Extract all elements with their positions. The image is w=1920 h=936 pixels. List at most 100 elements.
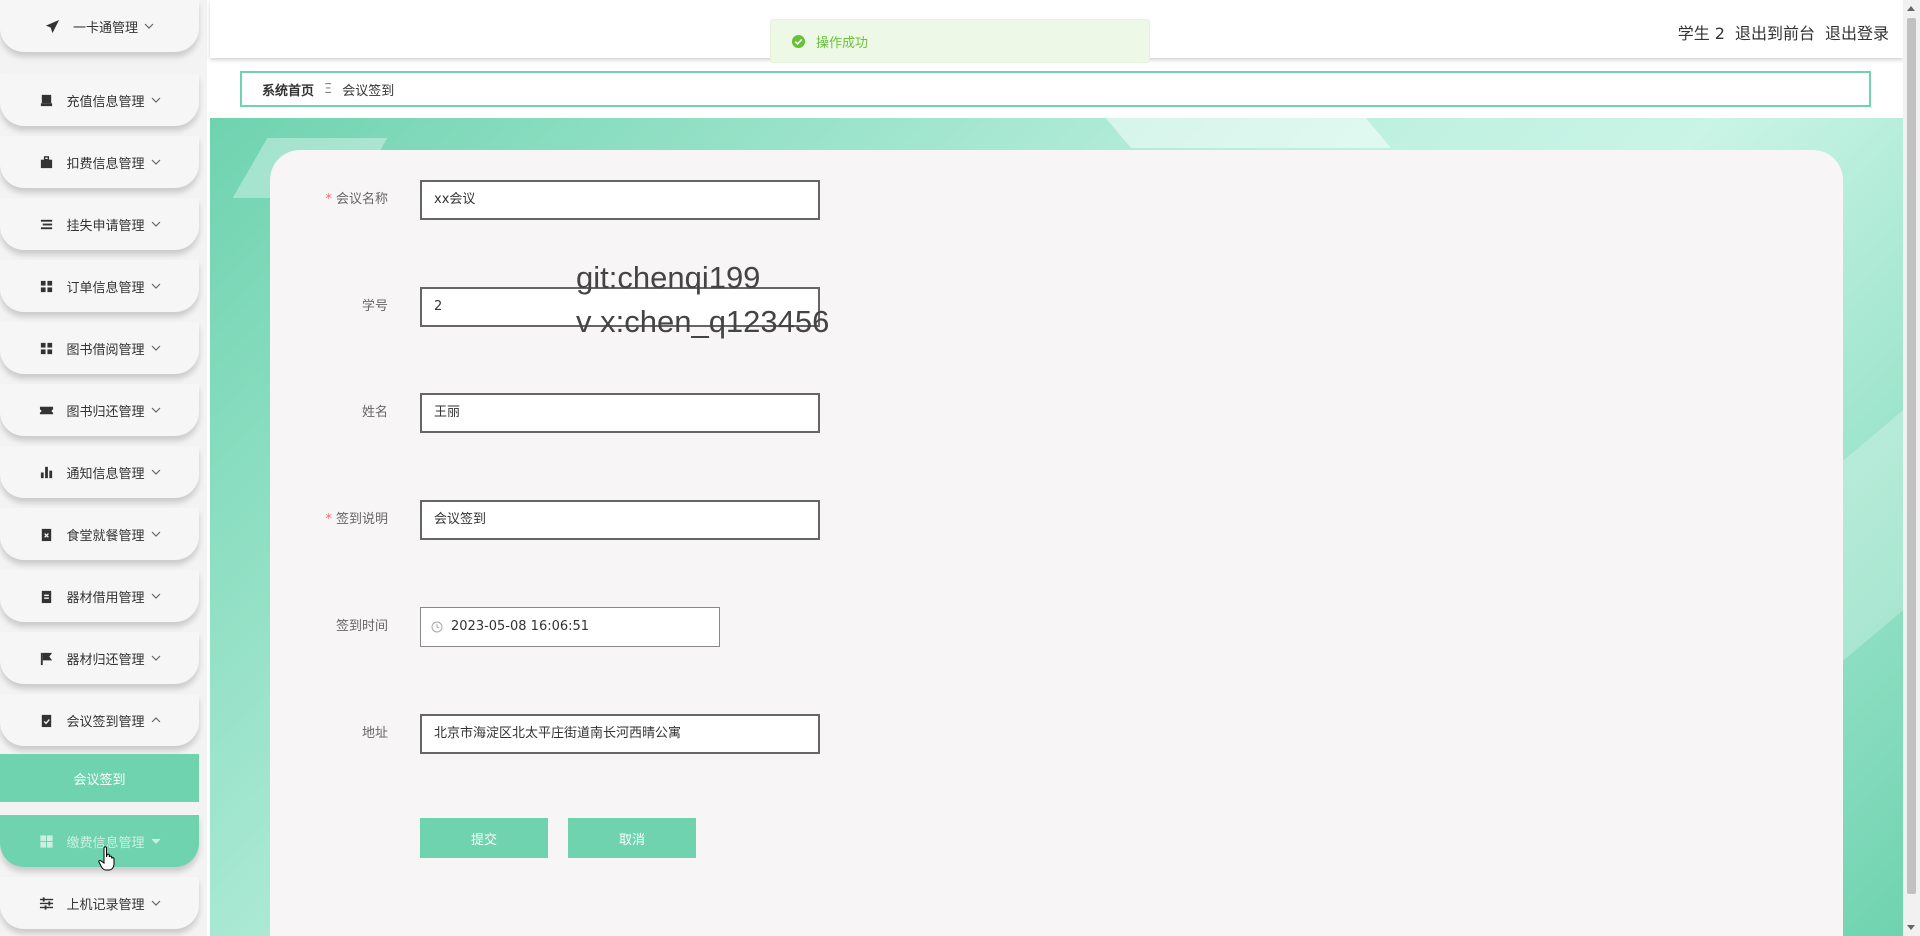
chevron-down-icon [151,591,161,601]
breadcrumb-current: 会议签到 [342,83,395,99]
sidebar-item-equipment-borrow[interactable]: 器材借用管理 [0,570,199,622]
sidebar-item-label: 通知信息管理 [66,466,145,482]
submenu-item-label: 会议签到 [73,772,126,788]
sidebar-item-label: 上机记录管理 [66,897,145,913]
chevron-down-icon [144,21,154,31]
chevron-down-icon [151,405,161,415]
sidebar-item-label: 图书借阅管理 [66,342,145,358]
form-row-address: 地址 北京市海淀区北太平庄街道南长河西晴公寓 [270,714,1170,754]
grid-icon [38,833,54,849]
sidebar-item-meeting-signin[interactable]: 会议签到管理 [0,694,199,746]
name-label: 姓名 [361,405,388,420]
chevron-down-icon [151,653,161,663]
sidebar-item-card[interactable]: 一卡通管理 [0,0,199,52]
sidebar-item-label: 一卡通管理 [72,20,138,36]
chevron-down-icon [151,157,161,167]
chevron-down-icon [151,281,161,291]
sidebar-item-label: 图书归还管理 [66,404,145,420]
name-input[interactable]: 王丽 [420,393,820,433]
sidebar-item-loss-report[interactable]: 挂失申请管理 [0,198,199,250]
required-mark: * [325,512,332,527]
clipboard-icon [38,588,54,604]
sidebar: 一卡通管理 充值信息管理 扣费信息管理 挂失申请管理 订单信息管理 图书借阅管理… [0,0,207,936]
submit-button[interactable]: 提交 [420,818,548,858]
sidebar-item-book-return[interactable]: 图书归还管理 [0,384,199,436]
user-links: 学生 2 退出到前台 退出登录 [1678,20,1889,44]
scroll-thumb[interactable] [1907,18,1916,894]
chevron-up-icon [151,715,161,725]
cancel-button[interactable]: 取消 [568,818,696,858]
clipboard-check-icon [38,712,54,728]
sidebar-item-label: 器材归还管理 [66,652,145,668]
meeting-name-label: * 会议名称 [325,192,388,207]
sidebar-item-label: 器材借用管理 [66,590,145,606]
sidebar-item-label: 扣费信息管理 [66,156,145,172]
clipboard-x-icon [38,526,54,542]
watermark-line1: git:chenqi199 [576,260,761,295]
hand-cursor-icon [98,846,115,871]
send-icon [45,18,61,34]
breadcrumb-home[interactable]: 系统首页 [262,80,314,99]
watermark: git:chenqi199 v x:chen_q123456 [576,256,829,344]
sidebar-item-book-borrow[interactable]: 图书借阅管理 [0,322,199,374]
grid-icon [38,278,54,294]
form-row-description: * 签到说明 会议签到 [270,500,1170,540]
logout-link[interactable]: 退出登录 [1825,20,1889,44]
description-label: * 签到说明 [325,512,388,527]
sliders-icon [38,895,54,911]
breadcrumb: 系统首页 Ξ 会议签到 [240,71,1871,107]
form-row-name: 姓名 王丽 [270,393,1170,433]
form-row-sign-time: 签到时间 2023-05-08 16:06:51 [270,607,1170,647]
check-circle-icon [791,34,806,48]
description-input[interactable]: 会议签到 [420,500,820,540]
sign-time-picker[interactable]: 2023-05-08 16:06:51 [420,607,720,647]
chevron-down-icon [151,836,161,846]
watermark-line2: v x:chen_q123456 [576,304,830,339]
chevron-down-icon [151,529,161,539]
success-toast: 操作成功 [770,19,1150,63]
clock-icon [431,621,443,633]
address-input[interactable]: 北京市海淀区北太平庄街道南长河西晴公寓 [420,714,820,754]
front-link[interactable]: 退出到前台 [1735,20,1815,44]
scroll-up-arrow-icon[interactable] [1907,6,1915,11]
grid-icon [38,340,54,356]
meeting-name-input[interactable]: xx会议 [420,180,820,220]
student-id-label: 学号 [361,299,388,314]
sidebar-item-notice[interactable]: 通知信息管理 [0,446,199,498]
breadcrumb-separator: Ξ [324,81,333,97]
decorative-shape [1089,118,1391,148]
sidebar-item-deduction[interactable]: 扣费信息管理 [0,136,199,188]
form-card: * 会议名称 xx会议 学号 2 姓名 王丽 * 签到说明 会议签到 签到时间 20… [270,150,1843,936]
address-label: 地址 [361,726,388,741]
chevron-down-icon [151,343,161,353]
sign-time-value: 2023-05-08 16:06:51 [451,619,590,634]
sidebar-item-label: 挂失申请管理 [66,218,145,234]
sidebar-item-equipment-return[interactable]: 器材归还管理 [0,632,199,684]
briefcase-icon [38,154,54,170]
chevron-down-icon [151,95,161,105]
sidebar-item-recharge[interactable]: 充值信息管理 [0,74,199,126]
sidebar-item-label: 充值信息管理 [66,94,145,110]
scroll-down-arrow-icon[interactable] [1907,925,1915,930]
sidebar-item-orders[interactable]: 订单信息管理 [0,260,199,312]
chevron-down-icon [151,898,161,908]
flag-icon [38,650,54,666]
bar-chart-icon [38,464,54,480]
user-name: 学生 2 [1677,24,1725,43]
toast-message: 操作成功 [816,35,869,51]
submenu-item-meeting-signin[interactable]: 会议签到 [0,754,199,802]
sidebar-item-label: 食堂就餐管理 [66,528,145,544]
form-row-meeting-name: * 会议名称 xx会议 [270,180,1170,220]
sidebar-item-computer-log[interactable]: 上机记录管理 [0,877,199,929]
scrollbar[interactable] [1903,0,1920,936]
list-icon [38,216,54,232]
sidebar-item-label: 会议签到管理 [66,714,145,730]
sidebar-item-label: 订单信息管理 [66,280,145,296]
chevron-down-icon [151,467,161,477]
sign-time-label: 签到时间 [335,619,388,634]
ticket-icon [38,402,54,418]
chevron-down-icon [151,219,161,229]
sidebar-item-canteen[interactable]: 食堂就餐管理 [0,508,199,560]
required-mark: * [325,192,332,207]
receipt-icon [38,92,54,108]
